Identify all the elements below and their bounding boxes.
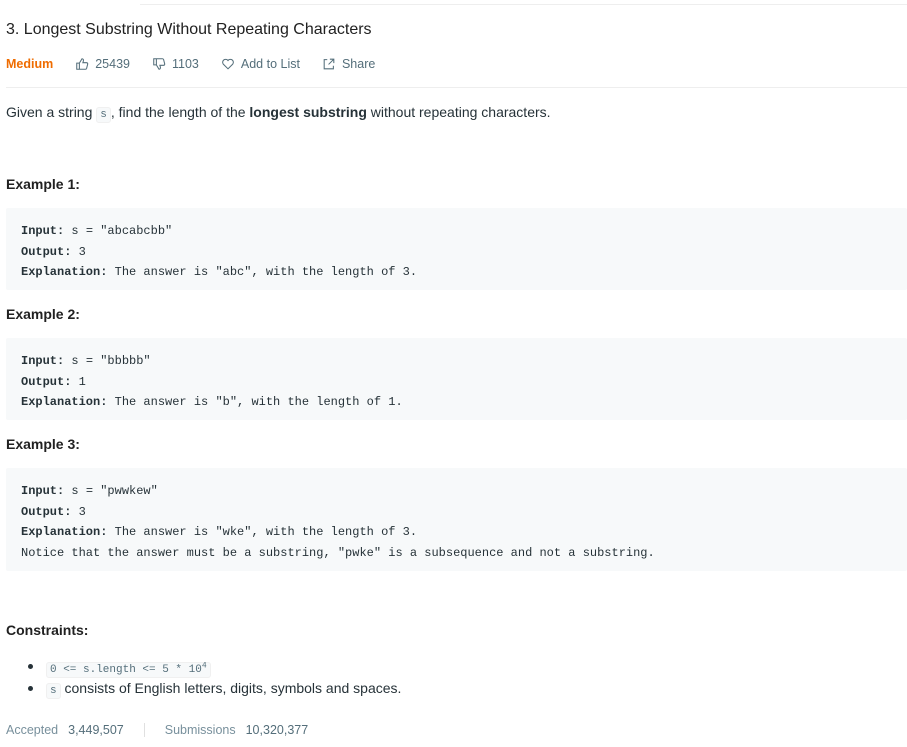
explanation-label: Explanation: xyxy=(21,525,108,539)
example-3-code-block: Input: s = "pwwkew" Output: 3 Explanatio… xyxy=(6,468,907,571)
example-input-line: Input: s = "pwwkew" xyxy=(21,481,907,502)
example-note-line: Notice that the answer must be a substri… xyxy=(21,545,655,560)
input-value: s = "bbbbb" xyxy=(64,354,151,368)
stats-divider xyxy=(143,723,145,737)
share-label: Share xyxy=(341,57,376,71)
example-explanation-line: Explanation: The answer is "wke", with t… xyxy=(21,522,907,543)
dislike-count: 1103 xyxy=(172,57,199,71)
input-label: Input: xyxy=(21,354,65,368)
output-label: Output: xyxy=(21,244,72,259)
example-output-line: Output: 3 xyxy=(21,242,907,263)
description-emphasis: longest substring xyxy=(249,104,367,120)
like-count: 25439 xyxy=(95,57,130,71)
problem-description: Given a string s, find the length of the… xyxy=(6,104,551,123)
add-to-list-button[interactable]: Add to List xyxy=(221,57,300,71)
explanation-value: The answer is "abc", with the length of … xyxy=(107,265,418,279)
constraint-item: 0 <= s.length <= 5 * 104 xyxy=(26,656,401,678)
like-button[interactable]: 25439 xyxy=(75,57,130,71)
thumbs-down-icon xyxy=(153,58,166,70)
example-2-title: Example 2: xyxy=(6,306,80,322)
example-input-line: Input: s = "abcabcbb" xyxy=(21,221,907,242)
accepted-label: Accepted xyxy=(6,723,59,737)
meta-divider xyxy=(6,87,907,88)
problem-meta-bar: Medium 25439 1103 Add to List Share xyxy=(6,55,397,73)
inline-code-s: s xyxy=(96,107,111,123)
description-text: Given a string xyxy=(6,104,97,120)
thumbs-up-icon xyxy=(76,58,89,70)
example-3-title: Example 3: xyxy=(6,436,80,452)
example-1-code-block: Input: s = "abcabcbb" Output: 3 Explanat… xyxy=(6,208,907,290)
explanation-value: The answer is "wke", with the length of … xyxy=(107,525,418,539)
constraint-item: s consists of English letters, digits, s… xyxy=(26,678,401,700)
example-1-title: Example 1: xyxy=(6,176,80,192)
constraint-code: 0 <= s.length <= 5 * 104 xyxy=(46,661,211,678)
example-explanation-line: Explanation: The answer is "b", with the… xyxy=(21,392,907,413)
submission-stats: Accepted 3,449,507 Submissions 10,320,37… xyxy=(6,723,308,737)
problem-title: 3. Longest Substring Without Repeating C… xyxy=(6,21,372,38)
description-text: without repeating characters. xyxy=(366,104,551,120)
example-explanation-line: Explanation: The answer is "abc", with t… xyxy=(21,262,907,283)
example-2-code-block: Input: s = "bbbbb" Output: 1 Explanation… xyxy=(6,338,907,420)
submissions-count: 10,320,377 xyxy=(245,723,309,737)
input-value: s = "pwwkew" xyxy=(64,484,158,498)
example-input-line: Input: s = "bbbbb" xyxy=(21,351,907,372)
constraint-text: consists of English letters, digits, sym… xyxy=(60,680,402,696)
difficulty-badge: Medium xyxy=(6,57,54,71)
explanation-value: The answer is "b", with the length of 1. xyxy=(107,395,403,409)
output-label: Output: xyxy=(21,374,72,389)
output-value: 1 xyxy=(71,374,86,389)
input-label: Input: xyxy=(21,484,65,498)
submissions-label: Submissions xyxy=(164,723,236,737)
input-label: Input: xyxy=(21,224,65,238)
output-value: 3 xyxy=(71,244,86,259)
dislike-button[interactable]: 1103 xyxy=(152,57,199,71)
constraint-exponent: 4 xyxy=(201,661,207,670)
share-button[interactable]: Share xyxy=(322,57,375,71)
input-value: s = "abcabcbb" xyxy=(64,224,173,238)
accepted-count: 3,449,507 xyxy=(68,723,124,737)
heart-icon xyxy=(222,58,234,70)
example-output-line: Output: 3 xyxy=(21,502,907,523)
share-icon xyxy=(323,58,335,70)
constraints-list: 0 <= s.length <= 5 * 104 s consists of E… xyxy=(26,656,401,700)
output-label: Output: xyxy=(21,504,72,519)
output-value: 3 xyxy=(71,504,86,519)
constraint-code: s xyxy=(46,683,61,699)
top-divider xyxy=(140,4,907,5)
constraint-code-text: 0 <= s.length <= 5 * 10 xyxy=(50,663,202,676)
explanation-label: Explanation: xyxy=(21,395,108,409)
example-output-line: Output: 1 xyxy=(21,372,907,393)
explanation-label: Explanation: xyxy=(21,265,108,279)
description-text: , find the length of the xyxy=(110,104,250,120)
constraints-title: Constraints: xyxy=(6,622,89,638)
add-to-list-label: Add to List xyxy=(240,57,300,71)
